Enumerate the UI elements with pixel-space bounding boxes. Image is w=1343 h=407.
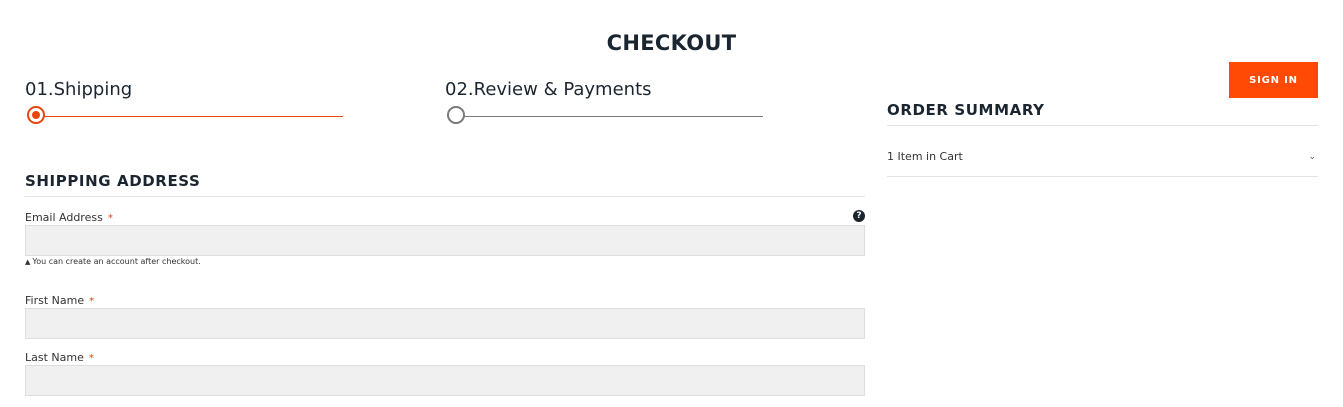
- step-review-label: 02.Review & Payments: [445, 79, 652, 100]
- last-name-label-text: Last Name: [25, 351, 84, 364]
- required-marker: *: [107, 213, 113, 224]
- shipping-divider: [25, 196, 865, 197]
- cart-toggle[interactable]: 1 Item in Cart ⌄: [887, 149, 1318, 165]
- first-name-field[interactable]: [25, 308, 865, 339]
- step-shipping-line: [39, 116, 343, 117]
- chevron-down-icon: ⌄: [1308, 152, 1316, 162]
- required-marker: *: [89, 296, 95, 307]
- step-active-dot-icon: [27, 106, 45, 124]
- order-summary-title: ORDER SUMMARY: [887, 101, 1045, 119]
- cart-count-label: 1 Item in Cart: [887, 150, 963, 163]
- step-review-payments[interactable]: 02.Review & Payments: [445, 79, 765, 129]
- email-label-text: Email Address: [25, 211, 103, 224]
- step-review-track: [445, 105, 765, 129]
- last-name-field[interactable]: [25, 365, 865, 396]
- step-inactive-dot-icon: [447, 106, 465, 124]
- required-marker: *: [88, 353, 94, 364]
- cart-divider: [887, 176, 1318, 177]
- question-circle-icon[interactable]: ?: [853, 210, 865, 222]
- email-field[interactable]: [25, 225, 865, 256]
- page-title: CHECKOUT: [606, 31, 737, 55]
- email-label: Email Address *: [25, 211, 113, 226]
- step-review-line: [459, 116, 763, 117]
- step-shipping-label: 01.Shipping: [25, 79, 133, 100]
- last-name-label: Last Name *: [25, 351, 94, 366]
- sign-in-button[interactable]: SIGN IN: [1229, 62, 1318, 98]
- shipping-address-title: SHIPPING ADDRESS: [25, 172, 201, 190]
- summary-divider: [887, 125, 1318, 126]
- first-name-label-text: First Name: [25, 294, 85, 307]
- first-name-label: First Name *: [25, 294, 94, 309]
- email-hint-text: You can create an account after checkout…: [32, 257, 201, 266]
- caret-up-icon: ▲: [25, 258, 31, 266]
- email-hint: ▲ You can create an account after checkou…: [25, 257, 201, 267]
- step-shipping[interactable]: 01.Shipping: [25, 79, 345, 129]
- step-shipping-track: [25, 105, 345, 129]
